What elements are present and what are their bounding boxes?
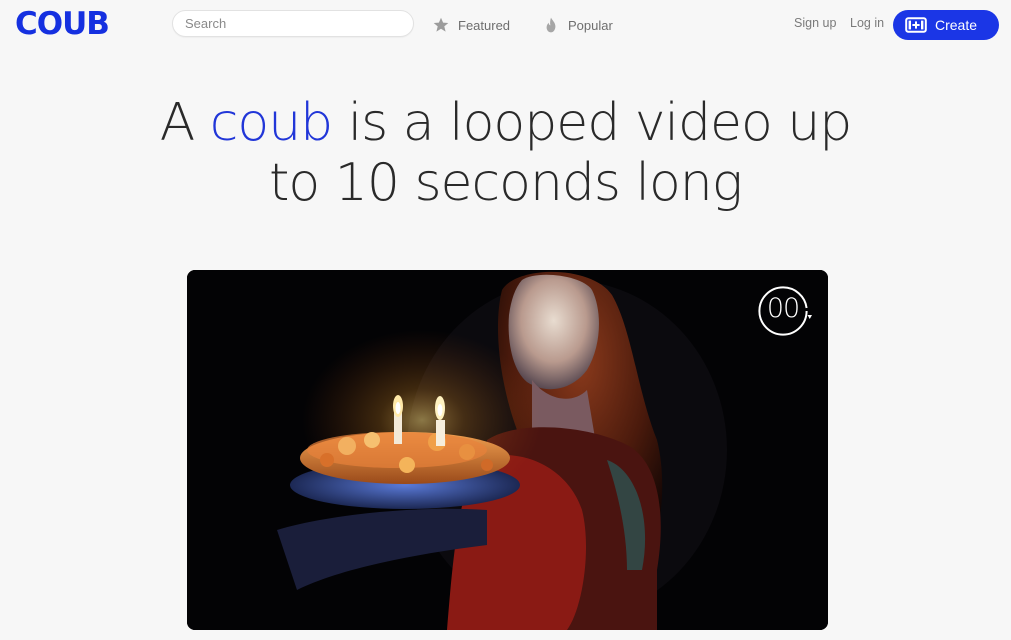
hero-headline: A coub is a looped video up to 10 second…	[0, 93, 1011, 213]
nav-featured-label: Featured	[458, 17, 511, 33]
hero-prefix: A	[159, 93, 210, 153]
search-input[interactable]	[172, 10, 414, 37]
flame-icon	[546, 17, 556, 33]
add-video-icon	[905, 17, 927, 33]
loop-timer-text: 00	[766, 293, 800, 324]
hero-line-1: A coub is a looped video up	[0, 93, 1011, 153]
video-frame	[187, 270, 828, 630]
coub-video-player[interactable]: 00	[187, 270, 828, 630]
nav-popular-link[interactable]: Popular	[543, 14, 613, 36]
top-navigation-bar: COUB Featured Popular Sign up Log in Cre…	[0, 0, 1011, 50]
hero-accent-word: coub	[209, 93, 333, 153]
nav-popular-label: Popular	[568, 17, 613, 33]
star-icon	[433, 17, 449, 32]
signup-link[interactable]: Sign up	[794, 16, 836, 30]
hero-line-2: to 10 seconds long	[269, 153, 743, 213]
coub-logo[interactable]: COUB	[15, 6, 110, 42]
hero-line-1-rest: is a looped video up	[332, 93, 853, 153]
login-link[interactable]: Log in	[850, 16, 884, 30]
create-button-label: Create	[935, 17, 978, 33]
nav-featured-link[interactable]: Featured	[433, 14, 510, 36]
create-button[interactable]: Create	[893, 10, 999, 40]
